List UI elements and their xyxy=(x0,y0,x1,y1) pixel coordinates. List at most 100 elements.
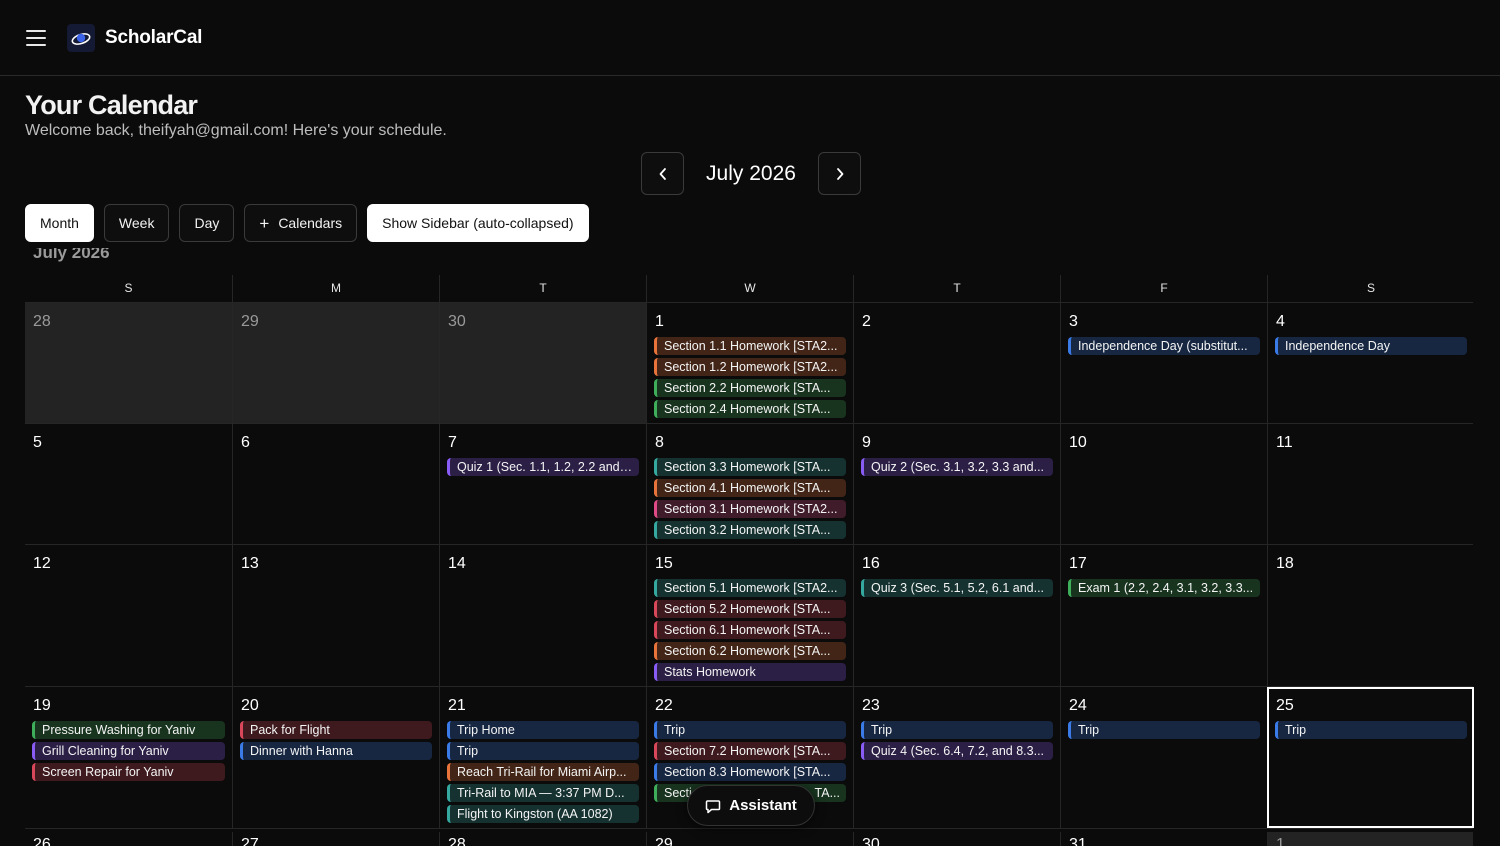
weekday-label: S xyxy=(1267,275,1474,302)
show-sidebar-button[interactable]: Show Sidebar (auto-collapsed) xyxy=(367,204,589,242)
calendar-event[interactable]: Section 3.3 Homework [STA... xyxy=(654,458,846,476)
current-month-label: July 2026 xyxy=(706,161,796,185)
calendar-event[interactable]: Section 3.1 Homework [STA2... xyxy=(654,500,846,518)
day-cell[interactable]: 12 xyxy=(25,545,232,686)
calendar-event[interactable]: Trip Home xyxy=(447,721,639,739)
day-cell[interactable]: 16 Quiz 3 (Sec. 5.1, 5.2, 6.1 and... xyxy=(853,545,1060,686)
welcome-text: Welcome back, theifyah@gmail.com! Here's… xyxy=(25,122,447,139)
day-cell[interactable]: 14 xyxy=(439,545,646,686)
week-row: 12 13 14 15 Section 5.1 Homework [STA2... Sec… xyxy=(25,545,1473,687)
calendar-event[interactable]: Section 1.2 Homework [STA2... xyxy=(654,358,846,376)
calendar-event[interactable]: Trip xyxy=(447,742,639,760)
calendar-event[interactable]: Section 5.2 Homework [STA... xyxy=(654,600,846,618)
day-cell[interactable]: 1 Section 1.1 Homework [STA2... Section 1.… xyxy=(646,303,853,423)
calendar-event[interactable]: Tri-Rail to MIA — 3:37 PM D... xyxy=(447,784,639,802)
day-cell[interactable]: 20 Pack for Flight Dinner with Hanna xyxy=(232,687,439,828)
day-cell[interactable]: 18 xyxy=(1267,545,1474,686)
day-cell[interactable]: 17 Exam 1 (2.2, 2.4, 3.1, 3.2, 3.3... xyxy=(1060,545,1267,686)
day-cell[interactable]: 21 Trip Home Trip Reach Tri-Rail for Miami … xyxy=(439,687,646,828)
next-month-button[interactable] xyxy=(818,152,861,195)
event-title-tail: TA... xyxy=(814,786,840,800)
next-week-row: 26 27 28 29 30 31 1 xyxy=(25,832,1473,846)
day-cell[interactable]: 24 Trip xyxy=(1060,687,1267,828)
calendar-event[interactable]: Stats Homework xyxy=(654,663,846,681)
calendar-event[interactable]: Section 1.1 Homework [STA2... xyxy=(654,337,846,355)
day-cell[interactable]: 4 Independence Day xyxy=(1267,303,1474,423)
month-view-button[interactable]: Month xyxy=(25,204,94,242)
calendar-month-heading: July 2026 xyxy=(33,248,110,262)
plus-icon: + xyxy=(259,213,270,233)
calendar-event[interactable]: Section 8.3 Homework [STA... xyxy=(654,763,846,781)
day-cell[interactable]: 9 Quiz 2 (Sec. 3.1, 3.2, 3.3 and... xyxy=(853,424,1060,544)
day-number: 28 xyxy=(33,313,51,330)
calendar-event[interactable]: Section 2.2 Homework [STA... xyxy=(654,379,846,397)
day-cell[interactable]: 23 Trip Quiz 4 (Sec. 6.4, 7.2, and 8.3... xyxy=(853,687,1060,828)
menu-icon[interactable] xyxy=(26,29,46,46)
calendar-event[interactable]: Pressure Washing for Yaniv xyxy=(32,721,225,739)
assistant-button[interactable]: Assistant xyxy=(687,785,815,826)
day-cell[interactable]: 8 Section 3.3 Homework [STA... Section 4.1… xyxy=(646,424,853,544)
calendar-event[interactable]: Trip xyxy=(861,721,1053,739)
calendar-event[interactable]: Pack for Flight xyxy=(240,721,432,739)
day-cell[interactable]: 30 xyxy=(439,303,646,423)
day-cell[interactable]: 3 Independence Day (substitut... xyxy=(1060,303,1267,423)
calendar-event[interactable]: Exam 1 (2.2, 2.4, 3.1, 3.2, 3.3... xyxy=(1068,579,1260,597)
day-number: 1 xyxy=(655,313,664,330)
day-number: 4 xyxy=(1276,313,1285,330)
calendar-event[interactable]: Quiz 3 (Sec. 5.1, 5.2, 6.1 and... xyxy=(861,579,1053,597)
day-cell[interactable]: 29 xyxy=(232,303,439,423)
day-cell[interactable]: 6 xyxy=(232,424,439,544)
calendar-event[interactable]: Independence Day xyxy=(1275,337,1467,355)
day-number: 11 xyxy=(1276,434,1293,451)
day-number: 10 xyxy=(1069,434,1087,451)
day-cell[interactable]: 29 xyxy=(646,832,853,846)
calendar-event[interactable]: Trip xyxy=(1275,721,1467,739)
day-view-button[interactable]: Day xyxy=(179,204,235,242)
day-number: 17 xyxy=(1069,555,1087,572)
calendar-event[interactable]: Flight to Kingston (AA 1082) xyxy=(447,805,639,823)
day-number: 6 xyxy=(241,434,250,451)
calendars-button[interactable]: + Calendars xyxy=(244,204,358,242)
day-cell[interactable]: 11 xyxy=(1267,424,1474,544)
day-number: 23 xyxy=(862,697,880,714)
day-cell[interactable]: 15 Section 5.1 Homework [STA2... Section 5… xyxy=(646,545,853,686)
calendar-event[interactable]: Section 4.1 Homework [STA... xyxy=(654,479,846,497)
day-number: 9 xyxy=(862,434,871,451)
day-cell[interactable]: 31 xyxy=(1060,832,1267,846)
assistant-label: Assistant xyxy=(729,797,797,814)
day-cell[interactable]: 10 xyxy=(1060,424,1267,544)
calendar-event[interactable]: Grill Cleaning for Yaniv xyxy=(32,742,225,760)
calendar-event[interactable]: Section 7.2 Homework [STA... xyxy=(654,742,846,760)
calendar-event[interactable]: Section 6.1 Homework [STA... xyxy=(654,621,846,639)
calendar-event[interactable]: Section 2.4 Homework [STA... xyxy=(654,400,846,418)
day-cell[interactable]: 2 xyxy=(853,303,1060,423)
calendar-event[interactable]: Section 3.2 Homework [STA... xyxy=(654,521,846,539)
calendar-event[interactable]: Reach Tri-Rail for Miami Airp... xyxy=(447,763,639,781)
day-cell[interactable]: 13 xyxy=(232,545,439,686)
day-cell[interactable]: 1 xyxy=(1267,832,1473,846)
calendar-event[interactable]: Independence Day (substitut... xyxy=(1068,337,1260,355)
calendar-event[interactable]: Dinner with Hanna xyxy=(240,742,432,760)
calendar-event[interactable]: Section 5.1 Homework [STA2... xyxy=(654,579,846,597)
calendar-event[interactable]: Trip xyxy=(1068,721,1260,739)
day-cell[interactable]: 28 xyxy=(25,303,232,423)
day-cell[interactable]: 26 xyxy=(25,832,232,846)
day-cell[interactable]: 28 xyxy=(439,832,646,846)
day-cell[interactable]: 5 xyxy=(25,424,232,544)
day-number: 15 xyxy=(655,555,673,572)
calendar-event[interactable]: Quiz 2 (Sec. 3.1, 3.2, 3.3 and... xyxy=(861,458,1053,476)
day-cell[interactable]: 7 Quiz 1 (Sec. 1.1, 1.2, 2.2 and ... xyxy=(439,424,646,544)
calendar-event[interactable]: Quiz 1 (Sec. 1.1, 1.2, 2.2 and ... xyxy=(447,458,639,476)
calendar-event[interactable]: Screen Repair for Yaniv xyxy=(32,763,225,781)
day-cell-today[interactable]: 25 Trip xyxy=(1267,687,1474,828)
calendar-event[interactable]: Quiz 4 (Sec. 6.4, 7.2, and 8.3... xyxy=(861,742,1053,760)
previous-month-button[interactable] xyxy=(641,152,684,195)
day-cell[interactable]: 30 xyxy=(853,832,1060,846)
calendar-event[interactable]: Section 6.2 Homework [STA... xyxy=(654,642,846,660)
top-bar: ScholarCal xyxy=(0,0,1500,76)
week-view-button[interactable]: Week xyxy=(103,204,170,242)
day-cell[interactable]: 27 xyxy=(232,832,439,846)
calendar-event[interactable]: Trip xyxy=(654,721,846,739)
day-cell[interactable]: 19 Pressure Washing for Yaniv Grill Cleani… xyxy=(25,687,232,828)
weekday-label: T xyxy=(853,275,1060,302)
